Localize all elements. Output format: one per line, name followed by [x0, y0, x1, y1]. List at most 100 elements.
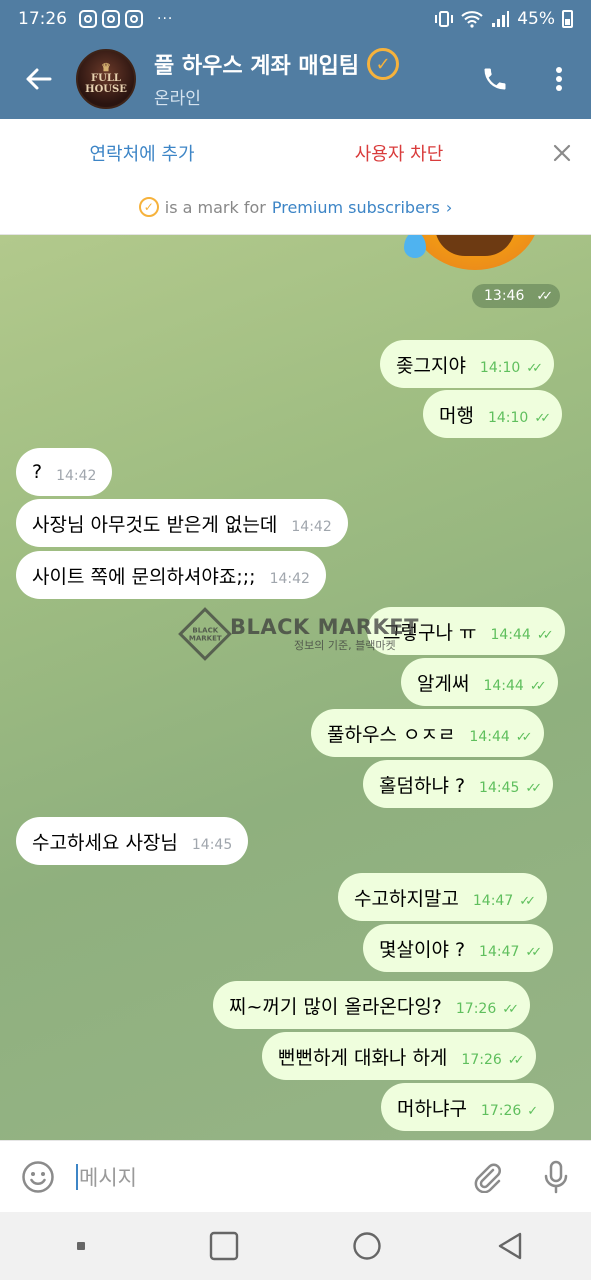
message-text: 수고하세요 사장님 [32, 831, 178, 854]
dot-icon [77, 1242, 86, 1250]
system-nav-bar [0, 1212, 591, 1280]
double-check-icon: ✓✓ [526, 360, 543, 376]
chat-title: 풀 하우스 계좌 매입팀 [154, 54, 360, 79]
signal-icon [492, 11, 510, 27]
message-time: 14:47 [472, 893, 514, 909]
call-button[interactable] [463, 38, 527, 119]
double-check-icon: ✓✓ [536, 627, 554, 643]
message-time: 14:44 [483, 678, 524, 694]
back-nav-button[interactable] [480, 1216, 540, 1276]
incoming-message[interactable]: ? 14:42 [16, 448, 113, 496]
instagram-icon [125, 10, 143, 28]
status-right: 45% [434, 9, 573, 29]
microphone-icon [544, 1160, 568, 1193]
outgoing-message[interactable]: 뻔뻔하게 대화나 하게 17:26 ✓✓ [262, 1032, 536, 1080]
premium-check-icon[interactable]: ✓ [367, 48, 400, 80]
premium-notice: ✓ is a mark for Premium subscribers › [0, 197, 591, 217]
message-text: 풀하우스 ㅇㅈㄹ [327, 723, 456, 746]
attach-button[interactable] [451, 1141, 521, 1213]
nav-dot[interactable] [51, 1216, 111, 1276]
action-row: 연락처에 추가 사용자 차단 [0, 119, 591, 187]
home-button[interactable] [337, 1216, 397, 1276]
avatar[interactable]: ♛ FULL HOUSE [76, 48, 136, 109]
triangle-back-icon [498, 1232, 521, 1260]
message-text: 머행 [439, 404, 474, 427]
double-check-icon: ✓✓ [536, 288, 553, 304]
title-block[interactable]: 풀 하우스 계좌 매입팀 ✓ 온라인 [154, 48, 463, 109]
message-time: 14:42 [269, 571, 310, 587]
vibrate-icon [435, 11, 454, 27]
incoming-message[interactable]: 수고하세요 사장님 14:45 [16, 817, 249, 865]
close-action-bar-button[interactable] [533, 119, 591, 187]
notification-icons [79, 10, 143, 28]
emoji-button[interactable] [0, 1141, 76, 1213]
voice-message-button[interactable] [521, 1141, 591, 1213]
message-text: 찌~꺼기 많이 올라온다잉? [229, 995, 442, 1018]
message-text: 좆그지야 [396, 354, 466, 377]
double-check-icon: ✓✓ [515, 729, 533, 745]
more-vertical-icon [556, 66, 562, 91]
add-contact-button[interactable]: 연락처에 추가 [0, 140, 284, 166]
emoji-mouth [435, 235, 515, 256]
watermark-title: BLACK MARKET [230, 615, 419, 639]
message-input-bar: 메시지 [0, 1140, 591, 1212]
outgoing-message[interactable]: 찌~꺼기 많이 올라온다잉? 17:26 ✓✓ [213, 981, 531, 1029]
message-text: 몇살이야 ? [379, 938, 466, 961]
text-caret [76, 1163, 78, 1190]
sticker-time-text: 13:46 [484, 288, 525, 304]
instagram-icon [102, 10, 120, 28]
message-text: ? [32, 461, 43, 483]
laughing-emoji-sticker[interactable] [404, 235, 540, 270]
paperclip-icon [474, 1163, 501, 1193]
outgoing-message[interactable]: 몇살이야 ? 14:47 ✓✓ [363, 924, 554, 972]
outgoing-message[interactable]: 풀하우스 ㅇㅈㄹ 14:44 ✓✓ [311, 709, 544, 757]
more-options-button[interactable] [527, 38, 591, 119]
outgoing-message[interactable]: 머하냐구 17:26 ✓ [381, 1083, 555, 1131]
message-placeholder: 메시지 [79, 1165, 137, 1190]
message-text: 뻔뻔하게 대화나 하게 [278, 1046, 448, 1069]
message-text: 사이트 쪽에 문의하셔야죠;;; [32, 565, 256, 588]
message-time: 14:47 [479, 944, 520, 960]
message-time: 14:44 [469, 729, 510, 745]
incoming-message[interactable]: 사장님 아무것도 받은게 없는데 14:42 [16, 499, 348, 547]
message-time: 17:26 [455, 1001, 497, 1017]
message-text: 수고하지말고 [354, 887, 459, 910]
incoming-message[interactable]: 사이트 쪽에 문의하셔야죠;;; 14:42 [16, 551, 326, 599]
recents-button[interactable] [194, 1216, 254, 1276]
message-text: 머하냐구 [397, 1097, 467, 1120]
message-time: 17:26 [461, 1052, 502, 1068]
outgoing-message[interactable]: 머행 14:10 ✓✓ [423, 390, 563, 438]
recents-icon [209, 1231, 239, 1261]
sticker-time: 13:46 ✓✓ [472, 284, 561, 308]
chat-title-row: 풀 하우스 계좌 매입팀 ✓ [154, 48, 463, 80]
wifi-icon [461, 11, 483, 28]
watermark-text: BLACK MARKET 정보의 기준, 블랙마켓 [230, 615, 419, 653]
status-bar: 17:26 ··· 45% [0, 0, 591, 38]
outgoing-message[interactable]: 수고하지말고 14:47 ✓✓ [338, 873, 548, 921]
outgoing-message[interactable]: 알게써 14:44 ✓✓ [401, 658, 558, 706]
message-text: 홀덤하냐 ? [379, 774, 466, 797]
double-check-icon: ✓✓ [525, 780, 542, 796]
crown-icon: ♛ [101, 61, 111, 74]
message-time: 14:44 [490, 627, 531, 643]
double-check-icon: ✓✓ [529, 678, 547, 694]
block-user-button[interactable]: 사용자 차단 [284, 140, 514, 166]
chat-area[interactable]: 13:46 ✓✓ 좆그지야 14:10 ✓✓ 머행 14:10 ✓✓? 14:42 사장님 아… [0, 235, 591, 1140]
watermark-subtitle: 정보의 기준, 블랙마켓 [294, 639, 396, 652]
battery-icon [562, 10, 573, 28]
message-input[interactable]: 메시지 [76, 1162, 451, 1192]
battery-percent: 45% [517, 9, 555, 29]
outgoing-message[interactable]: 홀덤하냐 ? 14:45 ✓✓ [363, 760, 554, 808]
double-check-icon: ✓✓ [525, 944, 542, 960]
premium-link[interactable]: Premium subscribers [272, 198, 440, 217]
message-time: 14:10 [487, 410, 529, 426]
emoji-tear [404, 235, 426, 258]
outgoing-message[interactable]: 좆그지야 14:10 ✓✓ [380, 340, 555, 388]
status-left: 17:26 ··· [18, 9, 173, 29]
watermark: BLACK MARKET BLACK MARKET 정보의 기준, 블랙마켓 [178, 607, 419, 661]
arrow-left-icon [26, 68, 52, 89]
back-button[interactable] [0, 38, 76, 119]
chat-header: ♛ FULL HOUSE 풀 하우스 계좌 매입팀 ✓ 온라인 [0, 38, 591, 119]
online-status: 온라인 [154, 89, 201, 109]
watermark-logo-icon: BLACK MARKET [178, 607, 232, 661]
